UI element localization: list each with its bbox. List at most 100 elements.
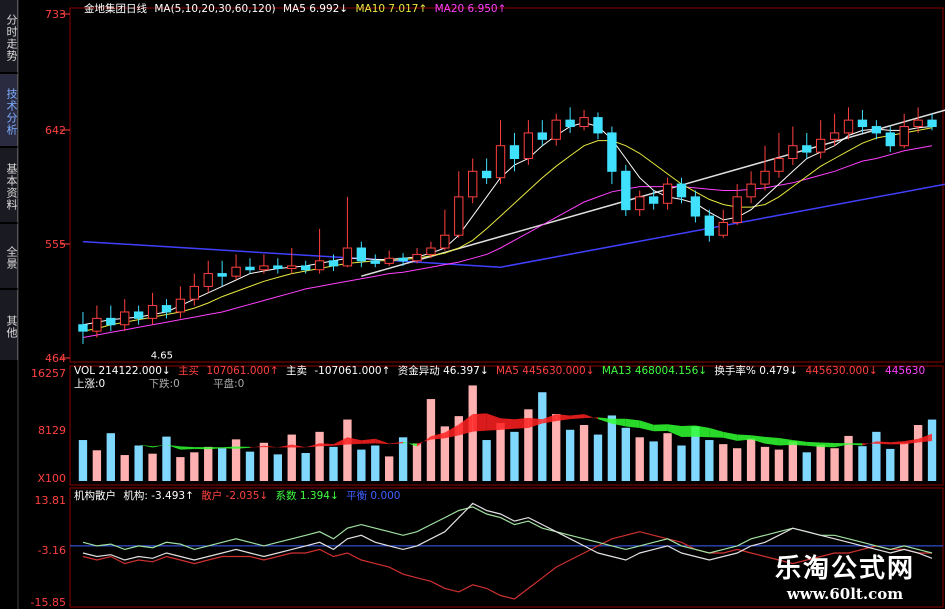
candle-body-17 (314, 260, 325, 271)
volume-bar-58 (886, 448, 895, 481)
volume-bar-52 (802, 452, 811, 481)
candle-body-55 (843, 119, 854, 134)
candle-body-0 (78, 324, 88, 332)
candle-body-46 (718, 221, 728, 236)
candle-body-37 (593, 117, 603, 134)
candle-body-21 (370, 260, 380, 264)
volume-ribbon-29 (486, 413, 501, 431)
ma-definition: MA(5,10,20,30,60,120) (154, 3, 276, 15)
volume-bar-6 (162, 436, 171, 481)
candle-body-61 (927, 119, 937, 128)
volume-ribbon-43 (681, 425, 696, 437)
volume-bar-17 (315, 431, 324, 481)
candle-body-45 (704, 215, 715, 236)
volume-ribbon-49 (765, 436, 779, 446)
volume-axis-label-0: 16257 (31, 367, 66, 380)
candle-body-7 (175, 298, 186, 313)
volume-bar-11 (231, 439, 241, 481)
price-low-mark: 4.65 (151, 351, 173, 362)
ma10-value: MA10 7.017↑ (355, 3, 428, 15)
volume-ribbon-30 (500, 418, 515, 430)
volume-ribbon-45 (709, 427, 724, 438)
volume-bar-48 (746, 438, 756, 481)
zhumai2-label: 主卖 (286, 365, 308, 377)
sidebar-tab-1[interactable]: 技术分析 (0, 74, 18, 146)
volume-bar-18 (329, 446, 338, 481)
volume-ribbon-28 (472, 413, 487, 432)
candle-body-9 (203, 273, 213, 287)
volume-bar-9 (204, 446, 213, 481)
volume-bar-0 (78, 440, 88, 481)
candle-body-3 (120, 311, 130, 326)
volume-bar-1 (92, 450, 102, 481)
volume-bar-40 (635, 437, 644, 481)
candle-body-13 (259, 265, 269, 271)
pingheng-value: 平衡 0.000 (346, 490, 401, 502)
indicator-name[interactable]: 机构散户 (74, 490, 116, 502)
candle-body-29 (481, 170, 492, 179)
ma5-value: MA5 6.992↓ (282, 3, 349, 15)
candle-body-32 (523, 132, 534, 160)
candle-body-16 (300, 265, 311, 271)
volume-bar-47 (732, 448, 742, 481)
candle-body-56 (857, 119, 868, 128)
volume-bar-31 (510, 431, 519, 481)
ma10-line (82, 127, 933, 332)
volume-ribbon-8 (194, 447, 209, 450)
volume-bar-16 (301, 453, 310, 481)
volume-ribbon-41 (653, 424, 668, 432)
volume-bar-28 (468, 385, 477, 481)
ma20-value: MA20 6.950↑ (434, 3, 507, 15)
sidebar-tab-0[interactable]: 分时走势 (0, 0, 18, 72)
sidebar-tab-2[interactable]: 基本资料 (0, 148, 18, 222)
candle-body-30 (495, 145, 506, 179)
candle-body-34 (551, 119, 561, 140)
indicator-axis-label-1: -3.16 (38, 544, 66, 557)
candle-body-19 (342, 247, 353, 267)
volume-ribbon-17 (319, 443, 334, 447)
candle-body-12 (245, 266, 255, 271)
volume-bar-50 (774, 449, 784, 481)
volume-bar-51 (788, 441, 798, 481)
xishu-value: 系数 1.394↓ (275, 490, 339, 502)
candle-body-22 (384, 257, 394, 264)
candle-body-36 (579, 117, 589, 128)
volume-ribbon-50 (778, 438, 793, 446)
volume-bar-57 (872, 431, 881, 481)
volume-bar-2 (106, 433, 115, 481)
volume-bar-37 (593, 434, 603, 481)
volume-bar-19 (343, 419, 352, 481)
candle-body-27 (454, 196, 464, 236)
volume-bar-21 (371, 445, 380, 481)
candle-body-33 (537, 132, 547, 140)
zijin-value: 资金异动 46.397↓ (397, 365, 489, 377)
candle-body-10 (217, 273, 227, 277)
candle-body-28 (468, 170, 478, 198)
volume-bar-45 (705, 440, 714, 481)
volume-bar-15 (287, 434, 296, 481)
candle-body-25 (426, 247, 436, 255)
volume-axis-label-1: 8129 (38, 424, 66, 437)
candle-body-59 (899, 126, 909, 147)
candle-body-39 (621, 170, 631, 211)
sidebar-tab-4[interactable]: 其他 (0, 290, 18, 360)
vol-ma5-value: MA5 445630.000↓ (496, 365, 595, 377)
chart-canvas[interactable]: 733642555464 4.65162578129X10013.81-3.16-… (0, 0, 945, 609)
huanshou-value: 换手率% 0.479↓ (714, 365, 799, 377)
candle-body-53 (816, 138, 826, 153)
candle-body-54 (829, 132, 840, 140)
ma20-line (82, 145, 933, 338)
stock-title[interactable]: 金地集团日线 (84, 3, 147, 15)
candle-body-23 (398, 257, 408, 262)
candle-body-15 (287, 265, 297, 269)
volume-bar-56 (858, 446, 867, 481)
candle-body-26 (440, 234, 450, 249)
candle-body-40 (635, 196, 645, 211)
volume-ribbon-18 (333, 437, 348, 446)
candle-body-42 (662, 183, 673, 204)
sidebar-tab-3[interactable]: 全景 (0, 224, 18, 288)
volume-bar-22 (385, 456, 394, 481)
volume-bar-23 (398, 437, 408, 481)
volume-bar-36 (579, 425, 589, 481)
volume-ribbon-19 (347, 437, 362, 445)
